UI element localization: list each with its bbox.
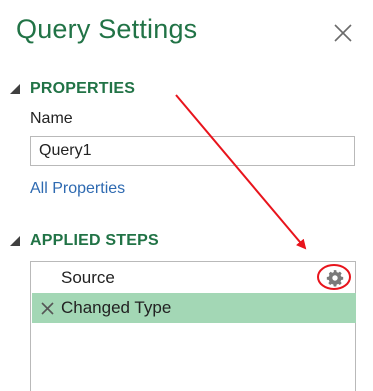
properties-section-title: PROPERTIES [30,80,136,97]
query-name-input[interactable] [30,136,355,166]
delete-step-icon[interactable] [40,301,55,316]
close-icon[interactable] [330,20,356,46]
properties-section-header[interactable]: PROPERTIES [8,80,135,98]
collapse-triangle-icon[interactable] [8,234,22,248]
step-changed-type[interactable]: Changed Type [32,293,356,323]
query-settings-pane: Query Settings PROPERTIES Name All Prope… [0,0,373,391]
step-label: Changed Type [61,298,172,317]
applied-steps-section-header[interactable]: APPLIED STEPS [8,232,159,250]
name-label: Name [30,110,73,127]
gear-icon[interactable] [326,269,344,287]
applied-steps-list: Source Changed Type [30,261,356,391]
step-label: Source [61,268,115,287]
applied-steps-section-title: APPLIED STEPS [30,232,159,249]
pane-title: Query Settings [16,14,198,44]
collapse-triangle-icon[interactable] [8,82,22,96]
step-source[interactable]: Source [32,263,356,293]
all-properties-link[interactable]: All Properties [30,180,125,198]
